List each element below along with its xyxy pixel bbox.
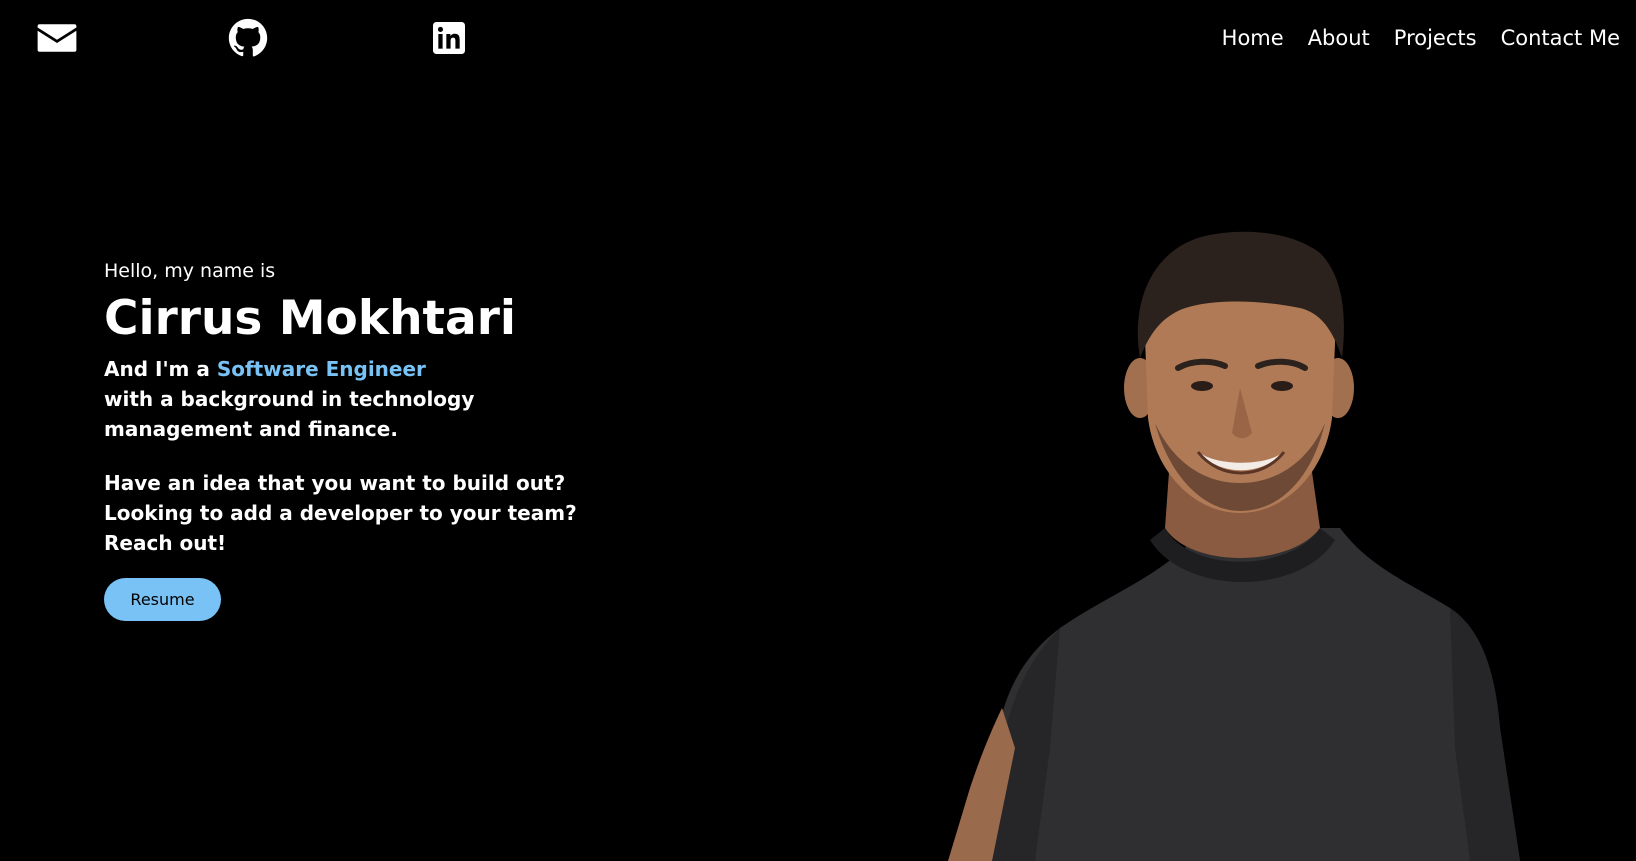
pitch-line-2: Looking to add a developer to your team? — [104, 501, 577, 525]
person-portrait — [948, 231, 1520, 861]
pitch-line-3: Reach out! — [104, 531, 227, 555]
profile-photo — [940, 228, 1540, 861]
resume-button[interactable]: Resume — [104, 578, 221, 621]
linkedin-link[interactable] — [433, 22, 465, 54]
nav-projects[interactable]: Projects — [1394, 20, 1477, 56]
page: Home About Projects Contact Me Hello, my… — [0, 0, 1636, 861]
github-icon — [228, 18, 268, 57]
envelope-icon — [37, 24, 77, 52]
role-line-3: management and finance. — [104, 417, 398, 441]
email-link[interactable] — [37, 18, 77, 58]
github-link[interactable] — [228, 18, 268, 58]
hero-section: Hello, my name is Cirrus Mokhtari And I'… — [104, 254, 624, 621]
role-highlight: Software Engineer — [216, 357, 426, 381]
main-nav: Home About Projects Contact Me — [1222, 20, 1620, 56]
nav-home[interactable]: Home — [1222, 20, 1284, 56]
role-prefix: And I'm a — [104, 357, 217, 381]
role-line-1: And I'm a Software Engineer — [104, 354, 624, 384]
pitch-line-1: Have an idea that you want to build out? — [104, 471, 566, 495]
role-line-2: with a background in technology — [104, 387, 475, 411]
nav-contact-me[interactable]: Contact Me — [1501, 20, 1620, 56]
hero-name: Cirrus Mokhtari — [104, 291, 517, 346]
nav-about[interactable]: About — [1308, 20, 1370, 56]
linkedin-icon — [433, 22, 465, 54]
greeting-text: Hello, my name is — [104, 260, 276, 282]
